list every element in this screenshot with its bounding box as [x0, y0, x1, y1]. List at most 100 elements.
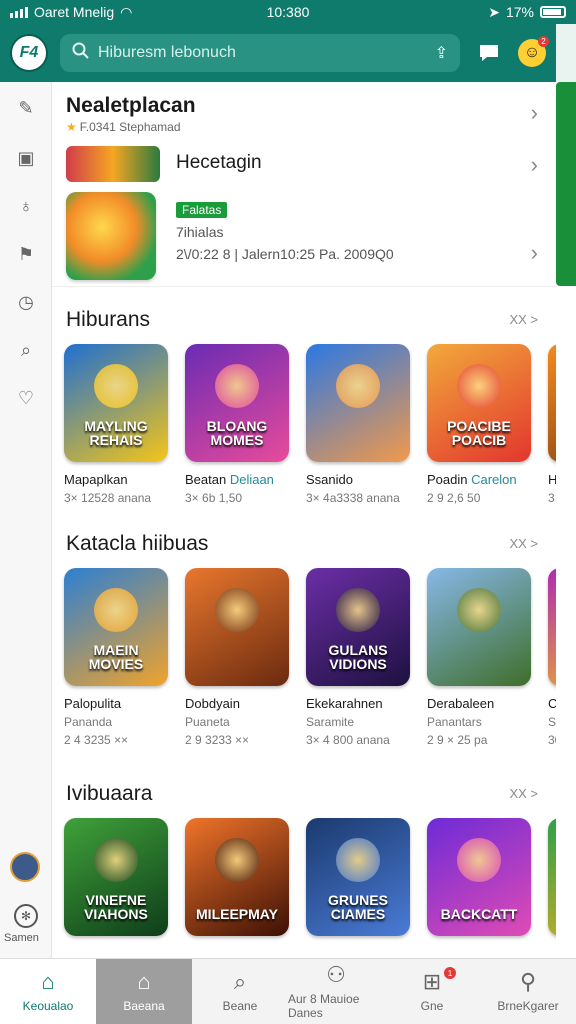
game-card[interactable]: Hao 3× [548, 344, 556, 505]
app-logo[interactable]: F4 [10, 34, 48, 72]
profile-icon: ⚲ [519, 968, 537, 994]
game-thumbnail[interactable]: GRUNES CIAMES [306, 818, 410, 936]
featured-title: Nealetplacan [66, 94, 196, 117]
game-card[interactable]: MAEIN MOVIES Palopulita Pananda 2 4 3235 ×× [64, 568, 168, 747]
featured-panel[interactable]: Nealetplacan ★ F.0341 Stephamad › Hecetag… [52, 82, 556, 287]
game-thumbnail[interactable]: VINEFNE VIAHONS [64, 818, 168, 936]
search-bar[interactable]: Hiburesm lebonuch ⇪ [60, 34, 460, 72]
tab-gamepad[interactable]: ⚇ Aur 8 Mauioe Danes [288, 959, 384, 1024]
game-thumbnail[interactable]: MAEIN MOVIES [64, 568, 168, 686]
featured-row-title[interactable]: Hecetagin [176, 152, 262, 174]
chevron-right-icon[interactable]: › [531, 100, 538, 126]
see-more-link[interactable]: XX > [509, 312, 538, 327]
game-thumbnail[interactable]: MAYLING REHAIS [64, 344, 168, 462]
game-thumbnail[interactable] [427, 568, 531, 686]
game-art-title: GULANS VIDIONS [328, 641, 388, 673]
game-thumbnail[interactable]: GULANS VIDIONS [306, 568, 410, 686]
game-card[interactable]: Dobdyain Puaneta 2 9 3233 ×× [185, 568, 289, 747]
game-thumbnail[interactable] [548, 344, 556, 462]
chat-icon[interactable] [472, 36, 506, 70]
game-meta: 2 9 3233 ×× [185, 733, 250, 747]
notification-dot: 2 [538, 36, 549, 47]
game-thumbnail[interactable]: BACKCATT [427, 818, 531, 936]
game-thumbnail[interactable]: BLOANG MOMES [185, 344, 289, 462]
game-thumbnail[interactable] [306, 344, 410, 462]
settings-icon[interactable]: ✻ [14, 904, 38, 928]
location-icon: ➤ [488, 3, 500, 20]
game-meta: 3× 12528 anana [64, 491, 152, 505]
character-art [457, 588, 501, 632]
star-icon: ★ [66, 120, 77, 134]
tab-home[interactable]: ⌂ Keoualao [0, 959, 96, 1024]
game-name: Derabaleen [427, 696, 531, 711]
game-name-text: Dobdyain [185, 696, 240, 711]
featured-subtitle: ★ F.0341 Stephamad [66, 120, 181, 134]
tab-label: Gne [420, 998, 444, 1013]
game-art-title: POACIBE POACIB [447, 417, 511, 449]
bottom-nav: ⌂ Keoualao ⌂ Baeana ⌕ Beane ⚇ Aur 8 Mauioe Dane… [0, 958, 576, 1024]
game-card[interactable]: GRUNES CIAMES [306, 818, 410, 936]
profile-avatar[interactable]: ☺ 2 [518, 36, 549, 67]
game-card[interactable]: BACKCATT [427, 818, 531, 936]
tab-store[interactable]: ⌂ Baeana [96, 959, 192, 1024]
briefcase-icon[interactable]: ▣ [14, 146, 38, 170]
game-name-text: Hao [548, 472, 556, 487]
game-name-text: Derabaleen [427, 696, 495, 711]
game-art-title: BLOANG MOMES [206, 417, 268, 449]
see-more-link[interactable]: XX > [509, 536, 538, 551]
main-content: Nealetplacan ★ F.0341 Stephamad › Hecetag… [52, 82, 556, 958]
tab-profile[interactable]: ⚲ BrneKgarer [480, 959, 576, 1024]
game-card[interactable]: GULANS VIDIONS Ekekarahnen Saramite 3× 4 80… [306, 568, 410, 747]
game-name-text: Palopulita [64, 696, 122, 711]
chevron-right-icon[interactable]: › [531, 240, 538, 266]
tab-apps[interactable]: ⊞ Gne 1 [384, 959, 480, 1024]
search-input[interactable]: Hiburesm lebonuch [98, 44, 427, 62]
section-title: Katacla hiibuas [66, 532, 209, 555]
see-more-link[interactable]: XX > [509, 786, 538, 801]
character-art [336, 838, 380, 882]
battery-percent: 17% [505, 4, 534, 20]
game-tag: Deliaan [229, 472, 274, 487]
game-name-text: Ssanido [306, 472, 353, 487]
game-name: Coat [548, 696, 556, 711]
user-avatar[interactable] [10, 852, 40, 882]
game-thumbnail[interactable]: POACIBE POACIB [427, 344, 531, 462]
game-card[interactable]: Ssanido 3× 4a3338 anana [306, 344, 410, 505]
search-icon [72, 42, 90, 65]
search-alt-icon[interactable]: ⌕ [14, 338, 38, 362]
heart-icon[interactable]: ♡ [14, 386, 38, 410]
game-card[interactable] [548, 818, 556, 936]
featured-banner-thumb[interactable] [66, 146, 160, 182]
game-thumbnail[interactable] [185, 568, 289, 686]
apple-icon[interactable]: ♁ [14, 194, 38, 218]
game-name-text: Ekekarahnen [306, 696, 383, 711]
tab-search[interactable]: ⌕ Beane [192, 959, 288, 1024]
game-art-title: GRUNES CIAMES [328, 891, 388, 923]
game-card[interactable]: MAYLING REHAIS Mapaplkan 3× 12528 anana [64, 344, 168, 505]
game-card[interactable]: Derabaleen Panantars 2 9 × 25 pa [427, 568, 531, 747]
featured-subtitle-text: F.0341 Stephamad [79, 120, 181, 134]
clock-icon[interactable]: ◷ [14, 290, 38, 314]
game-card[interactable]: BLOANG MOMES Beatan Deliaan 3× 6b 1,50 [185, 344, 289, 505]
pen-icon[interactable]: ✎ [14, 96, 38, 120]
game-name: Ekekarahnen [306, 696, 410, 711]
game-thumbnail[interactable] [548, 568, 556, 686]
game-tag: Carelon [471, 472, 517, 487]
game-card[interactable]: Coat Siapr 300 [548, 568, 556, 747]
search-icon: ⌕ [233, 968, 247, 994]
game-meta: 3× 4 800 anana [306, 733, 390, 747]
chevron-right-icon[interactable]: › [531, 152, 538, 178]
flag-icon[interactable]: ⚑ [14, 242, 38, 266]
game-card[interactable]: MILEEPMAY [185, 818, 289, 936]
game-thumbnail[interactable] [548, 818, 556, 936]
game-card[interactable]: VINEFNE VIAHONS [64, 818, 168, 936]
game-art-title: VINEFNE VIAHONS [84, 891, 148, 923]
game-thumbnail[interactable]: MILEEPMAY [185, 818, 289, 936]
featured-game-thumb[interactable] [66, 192, 156, 280]
upload-icon[interactable]: ⇪ [435, 43, 448, 63]
game-card[interactable]: POACIBE POACIB Poadin Carelon 2 9 2,6 50 [427, 344, 531, 505]
game-meta: 2 9 × 25 pa [427, 733, 488, 747]
game-name: Hao [548, 472, 556, 487]
rail-label: Samen [4, 932, 39, 944]
edge-panel[interactable] [556, 82, 576, 286]
